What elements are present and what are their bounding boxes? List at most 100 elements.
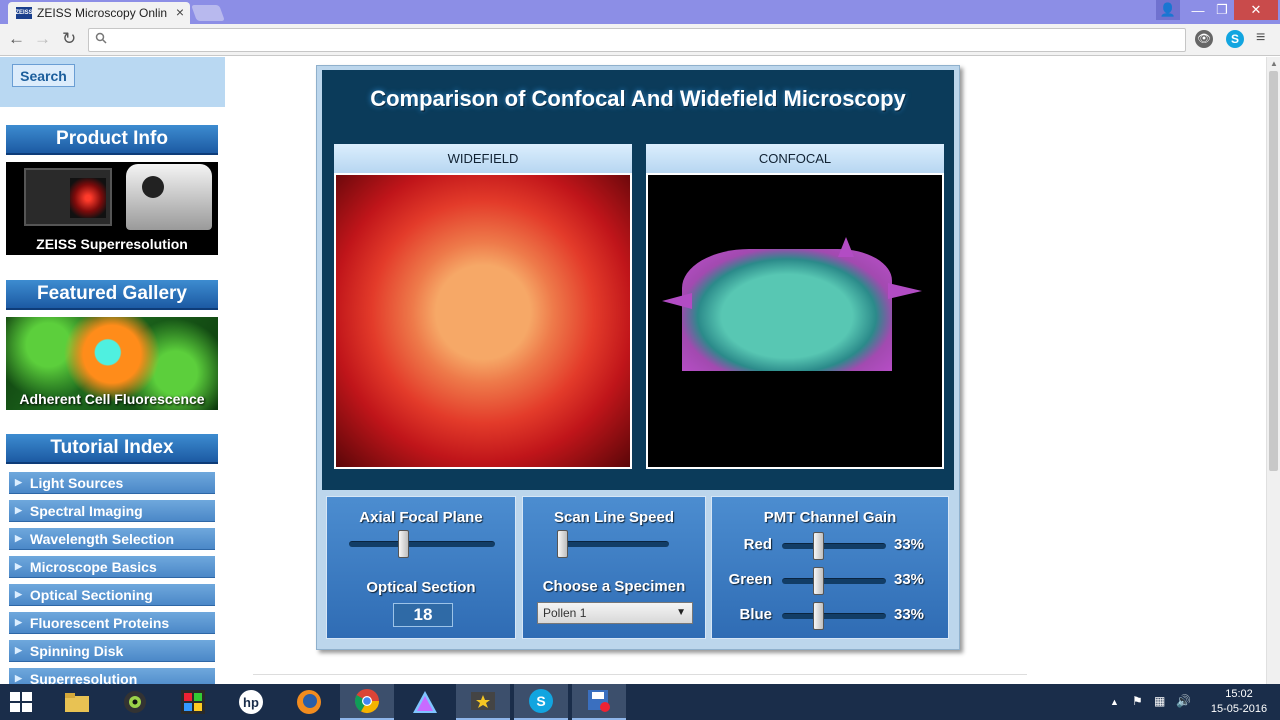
scrollbar-thumb[interactable]	[1269, 71, 1278, 471]
tutorial-index-header[interactable]: Tutorial Index	[6, 434, 218, 464]
network-icon[interactable]: ▦	[1154, 694, 1165, 708]
cell-spike	[888, 283, 922, 299]
tutorial-item[interactable]: ▶ Superresolution	[9, 668, 215, 684]
play-arrow-icon: ▶	[15, 561, 22, 571]
skype-extension-icon[interactable]: S	[1226, 30, 1244, 48]
address-bar[interactable]	[88, 28, 1186, 52]
gallery-promo[interactable]: Adherent Cell Fluorescence	[6, 317, 218, 410]
play-arrow-icon: ▶	[15, 617, 22, 627]
red-gain-label: Red	[743, 536, 772, 553]
blue-gain-thumb[interactable]	[812, 602, 824, 630]
zeiss-logo-icon: ZEISS	[15, 7, 33, 19]
scroll-up-arrow-icon[interactable]: ▲	[1270, 59, 1278, 68]
cell-spike	[838, 237, 854, 257]
maximize-button[interactable]: ❐	[1210, 0, 1234, 20]
tutorial-item-label: Wavelength Selection	[29, 530, 175, 547]
featured-gallery-header[interactable]: Featured Gallery	[6, 280, 218, 310]
blue-gain-track[interactable]	[782, 613, 886, 619]
green-gain-value: 33%	[894, 571, 925, 588]
monitor-image	[24, 168, 112, 226]
scan-speed-track[interactable]	[557, 541, 669, 547]
svg-text:S: S	[536, 693, 545, 709]
chrome-icon[interactable]	[340, 684, 394, 720]
pmt-control-panel: PMT Channel Gain Red 33% Green 33% Blue …	[711, 496, 949, 639]
browser-toolbar: ← → ↻ 👁 S ≡	[0, 24, 1280, 56]
tray-expand-icon[interactable]: ▲	[1110, 697, 1119, 707]
pmt-label: PMT Channel Gain	[763, 509, 897, 526]
widefield-image	[334, 173, 632, 469]
tutorial-item-label: Spinning Disk	[29, 642, 124, 659]
play-arrow-icon: ▶	[15, 505, 22, 515]
tutorial-item-label: Superresolution	[29, 670, 138, 685]
scan-control-panel: Scan Line Speed Choose a Specimen Pollen…	[522, 496, 706, 639]
back-button[interactable]: ←	[8, 29, 25, 49]
tab-title: ZEISS Microscopy Online C	[37, 6, 167, 20]
scan-speed-thumb[interactable]	[557, 530, 568, 558]
tutorial-item[interactable]: ▶ Wavelength Selection	[9, 528, 215, 550]
search-button[interactable]: Search	[12, 64, 75, 87]
reload-button[interactable]: ↻	[62, 29, 76, 49]
close-window-button[interactable]: ✕	[1234, 0, 1278, 20]
product-info-header[interactable]: Product Info	[6, 125, 218, 155]
superresolution-promo[interactable]: ZEISS Superresolution	[6, 162, 218, 255]
tutorial-item[interactable]: ▶ Microscope Basics	[9, 556, 215, 578]
minimize-button[interactable]: —	[1186, 0, 1210, 20]
forward-button[interactable]: →	[34, 29, 51, 49]
tutorial-item[interactable]: ▶ Spinning Disk	[9, 640, 215, 662]
axial-label: Axial Focal Plane	[359, 509, 483, 526]
confocal-image	[646, 173, 944, 469]
file-explorer-icon[interactable]	[50, 684, 104, 720]
axial-slider-thumb[interactable]	[397, 530, 409, 558]
green-gain-thumb[interactable]	[812, 567, 824, 595]
search-zone: Search	[0, 57, 225, 107]
tutorial-item-label: Spectral Imaging	[29, 502, 143, 519]
firefox-icon[interactable]	[282, 684, 336, 720]
tutorial-item[interactable]: ▶ Fluorescent Proteins	[9, 612, 215, 634]
tab-close-icon[interactable]: ×	[176, 4, 184, 20]
page-footer-line	[253, 674, 1027, 684]
windows-start-icon[interactable]	[10, 692, 34, 714]
microscope-image	[126, 164, 212, 230]
play-arrow-icon: ▶	[15, 589, 22, 599]
axial-slider-track[interactable]	[349, 541, 495, 547]
play-arrow-icon: ▶	[15, 673, 22, 683]
tutorial-item[interactable]: ▶ Light Sources	[9, 472, 215, 494]
eye-extension-icon[interactable]: 👁	[1195, 30, 1213, 48]
confocal-label: CONFOCAL	[646, 144, 944, 173]
action-center-flag-icon[interactable]: ⚑	[1132, 694, 1143, 708]
recorder-app-icon[interactable]	[572, 684, 626, 720]
prism-app-icon[interactable]	[398, 684, 452, 720]
optical-section-value: 18	[393, 603, 453, 627]
skype-taskbar-icon[interactable]: S	[514, 684, 568, 720]
new-tab-button[interactable]	[191, 5, 225, 21]
green-gain-track[interactable]	[782, 578, 886, 584]
red-gain-track[interactable]	[782, 543, 886, 549]
profile-button[interactable]: 👤	[1156, 0, 1180, 20]
promo-caption: ZEISS Superresolution	[36, 236, 188, 252]
tutorial-item[interactable]: ▶ Spectral Imaging	[9, 500, 215, 522]
tutorial-item[interactable]: ▶ Optical Sectioning	[9, 584, 215, 606]
cell-spike	[662, 293, 692, 309]
windows-taskbar: hp S ▲ ⚑ ▦ 🔊 15:02 15-05-2016	[0, 684, 1280, 720]
page-scrollbar[interactable]: ▲	[1266, 57, 1280, 684]
hp-icon[interactable]: hp	[224, 684, 278, 720]
taskbar-clock[interactable]: 15:02 15-05-2016	[1204, 687, 1274, 717]
blue-gain-value: 33%	[894, 606, 925, 623]
applet-display: Comparison of Confocal And Widefield Mic…	[322, 70, 954, 490]
clock-time: 15:02	[1225, 688, 1253, 700]
specimen-value: Pollen 1	[543, 606, 587, 620]
play-arrow-icon: ▶	[15, 533, 22, 543]
specimen-select[interactable]: Pollen 1 ▼	[537, 602, 693, 624]
color-app-icon[interactable]	[166, 684, 220, 720]
menu-icon[interactable]: ≡	[1256, 29, 1265, 47]
red-gain-thumb[interactable]	[812, 532, 824, 560]
microscopy-applet: Comparison of Confocal And Widefield Mic…	[316, 65, 960, 650]
sidebar: Search Product Info ZEISS Superresolutio…	[0, 57, 225, 684]
volume-icon[interactable]: 🔊	[1176, 694, 1191, 708]
camera-eye-icon[interactable]	[108, 684, 162, 720]
scan-line-mask	[708, 371, 888, 467]
scan-speed-label: Scan Line Speed	[553, 509, 675, 526]
browser-tab[interactable]: ZEISS ZEISS Microscopy Online C ×	[8, 2, 190, 24]
applet-title: Comparison of Confocal And Widefield Mic…	[370, 86, 906, 111]
movie-maker-icon[interactable]	[456, 684, 510, 720]
